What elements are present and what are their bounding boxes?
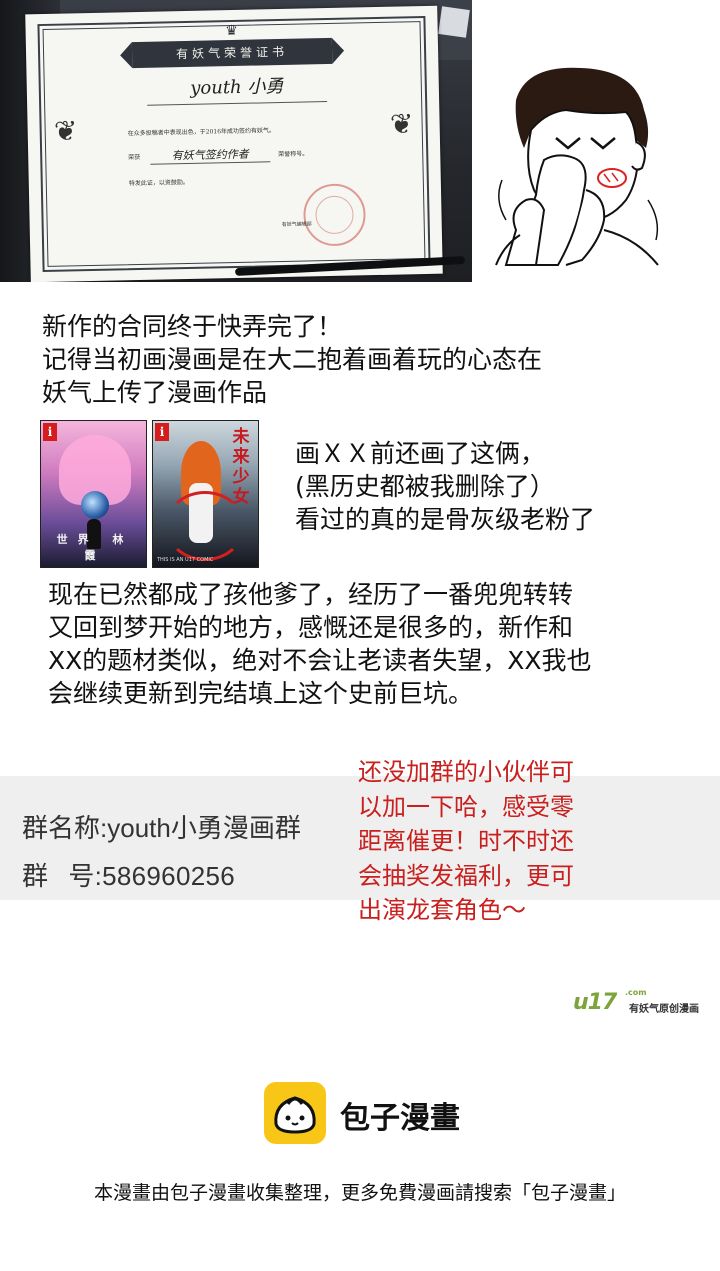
group-name-value: youth小勇漫画群	[107, 813, 301, 843]
old-works-line: 看过的真的是骨灰级老粉了	[295, 505, 596, 534]
comic-cover-1: i 世界 林霞	[40, 420, 147, 568]
cover-title: 世界 林霞	[56, 533, 134, 562]
story-line: 又回到梦开始的地方，感慨还是很多的，新作和	[48, 613, 574, 642]
ornament-icon-left: ❦	[53, 114, 78, 148]
story-line: XX的题材类似，绝对不会让老读者失望，XX我也	[48, 646, 592, 675]
join-group-note: 还没加群的小伙伴可 以加一下哈，感受零 距离催更！时不时还 会抽奖发福利，更可 …	[358, 755, 638, 928]
certificate-work-title: 有妖气签约作者	[150, 145, 271, 165]
old-works-line: (黑历史都被我删除了）	[295, 472, 555, 501]
note-line: 还没加群的小伙伴可	[358, 758, 574, 786]
group-name: 群名称:youth小勇漫画群	[22, 808, 301, 845]
comic-cover-2: i 未来少女 THIS IS AN U17 COMIC	[152, 420, 259, 568]
note-line: 以加一下哈，感受零	[358, 792, 574, 821]
sticky-note	[438, 6, 470, 38]
crying-cartoon-illustration	[495, 67, 659, 266]
u17-watermark: u17 .com 有妖气原创漫画	[573, 986, 719, 1016]
u17-slogan: 有妖气原创漫画	[629, 1004, 699, 1015]
certificate-body-line-3: 特发此证，以资鼓励。	[128, 178, 189, 188]
story-paragraph: 现在已然都成了孩他爹了，经历了一番兜兜转转 又回到梦开始的地方，感慨还是很多的，…	[48, 578, 592, 710]
cover-badge: i	[155, 423, 169, 441]
group-name-label: 群名称:	[22, 813, 108, 843]
footer-notice: 本漫畫由包子漫畫收集整理，更多免費漫画請搜索「包子漫畫」	[93, 1182, 626, 1204]
crown-icon: ♛	[225, 22, 239, 40]
group-number-label-2: 号:	[68, 861, 103, 891]
note-line: 会抽奖发福利，更可	[358, 861, 574, 890]
certificate-recipient-name: youth 小勇	[146, 72, 328, 106]
cover-title: 未来少女	[232, 427, 250, 507]
old-works-paragraph: 画ＸＸ前还画了这俩， (黑历史都被我删除了） 看过的真的是骨灰级老粉了	[295, 437, 595, 536]
story-line: 现在已然都成了孩他爹了，经历了一番兜兜转转	[48, 580, 574, 609]
certificate: ♛ 有妖气荣誉证书 youth 小勇 ❦ ❦ 在众多投稿者中表现出色，于2016…	[25, 5, 443, 282]
cover-small-text: THIS IS AN U17 COMIC	[157, 557, 214, 563]
brand-name: 包子漫畫	[340, 1101, 460, 1136]
group-number-label-1: 群	[22, 861, 49, 891]
certificate-body-line-2-suffix: 荣誉称号。	[278, 150, 309, 159]
certificate-photo: ♛ 有妖气荣誉证书 youth 小勇 ❦ ❦ 在众多投稿者中表现出色，于2016…	[0, 0, 472, 282]
globe-icon	[81, 491, 109, 519]
cover-badge: i	[43, 423, 57, 441]
u17-domain: .com	[625, 988, 647, 997]
certificate-signature: 有妖气编辑部	[281, 221, 312, 229]
certificate-banner-title: 有妖气荣誉证书	[131, 37, 333, 69]
certificate-body-line-2-prefix: 荣获	[128, 153, 141, 162]
note-line: 距离催更！时不时还	[358, 827, 574, 855]
group-number-value: 586960256	[102, 861, 235, 891]
intro-line: 新作的合同终于快弄完了！	[42, 312, 343, 341]
note-line: 出演龙套角色～	[358, 896, 526, 924]
old-works-line: 画ＸＸ前还画了这俩，	[295, 439, 546, 468]
intro-line: 记得当初画漫画是在大二抱着画着玩的心态在	[42, 345, 543, 374]
baozi-logo-icon	[264, 1082, 326, 1144]
intro-line: 妖气上传了漫画作品	[42, 378, 268, 407]
u17-logo: u17	[573, 990, 617, 1015]
story-line: 会继续更新到完结填上这个史前巨坑。	[48, 679, 474, 708]
intro-paragraph: 新作的合同终于快弄完了！ 记得当初画漫画是在大二抱着画着玩的心态在 妖气上传了漫…	[42, 310, 542, 409]
ornament-icon-right: ❦	[389, 107, 414, 141]
group-number: 群号:586960256	[22, 856, 235, 893]
